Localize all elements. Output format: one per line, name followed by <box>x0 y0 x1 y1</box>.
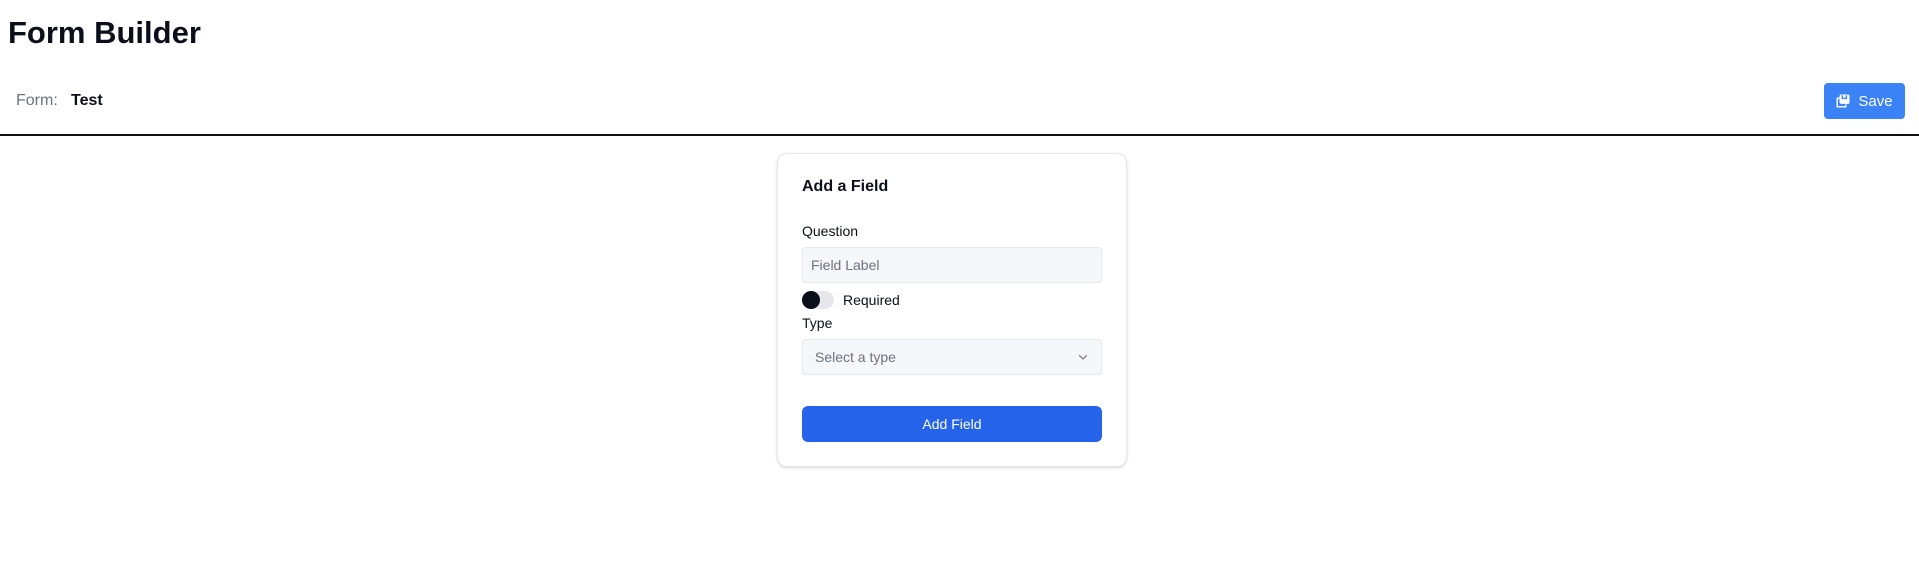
form-label: Form: <box>16 92 58 109</box>
chevron-down-icon <box>1077 351 1089 363</box>
type-select[interactable]: Select a type <box>802 339 1102 375</box>
add-field-card: Add a Field Question Required Type Selec… <box>777 153 1127 467</box>
save-label: Save <box>1858 92 1893 110</box>
required-row: Required <box>802 290 900 310</box>
question-input[interactable] <box>802 247 1102 283</box>
card-title: Add a Field <box>802 178 889 195</box>
type-label: Type <box>802 315 833 331</box>
toolbar: Form: Test Save <box>0 82 1919 136</box>
type-select-value: Select a type <box>815 349 896 365</box>
form-builder-page: Form Builder Form: Test Save Add a Field… <box>0 0 1919 568</box>
question-label: Question <box>802 223 859 239</box>
toggle-knob <box>802 291 820 309</box>
required-toggle[interactable] <box>802 291 834 309</box>
required-label: Required <box>843 292 900 308</box>
page-title: Form Builder <box>8 15 201 50</box>
save-icon <box>1836 94 1850 108</box>
form-name: Test <box>71 92 103 109</box>
save-button[interactable]: Save <box>1824 83 1905 119</box>
add-field-button[interactable]: Add Field <box>802 406 1102 442</box>
